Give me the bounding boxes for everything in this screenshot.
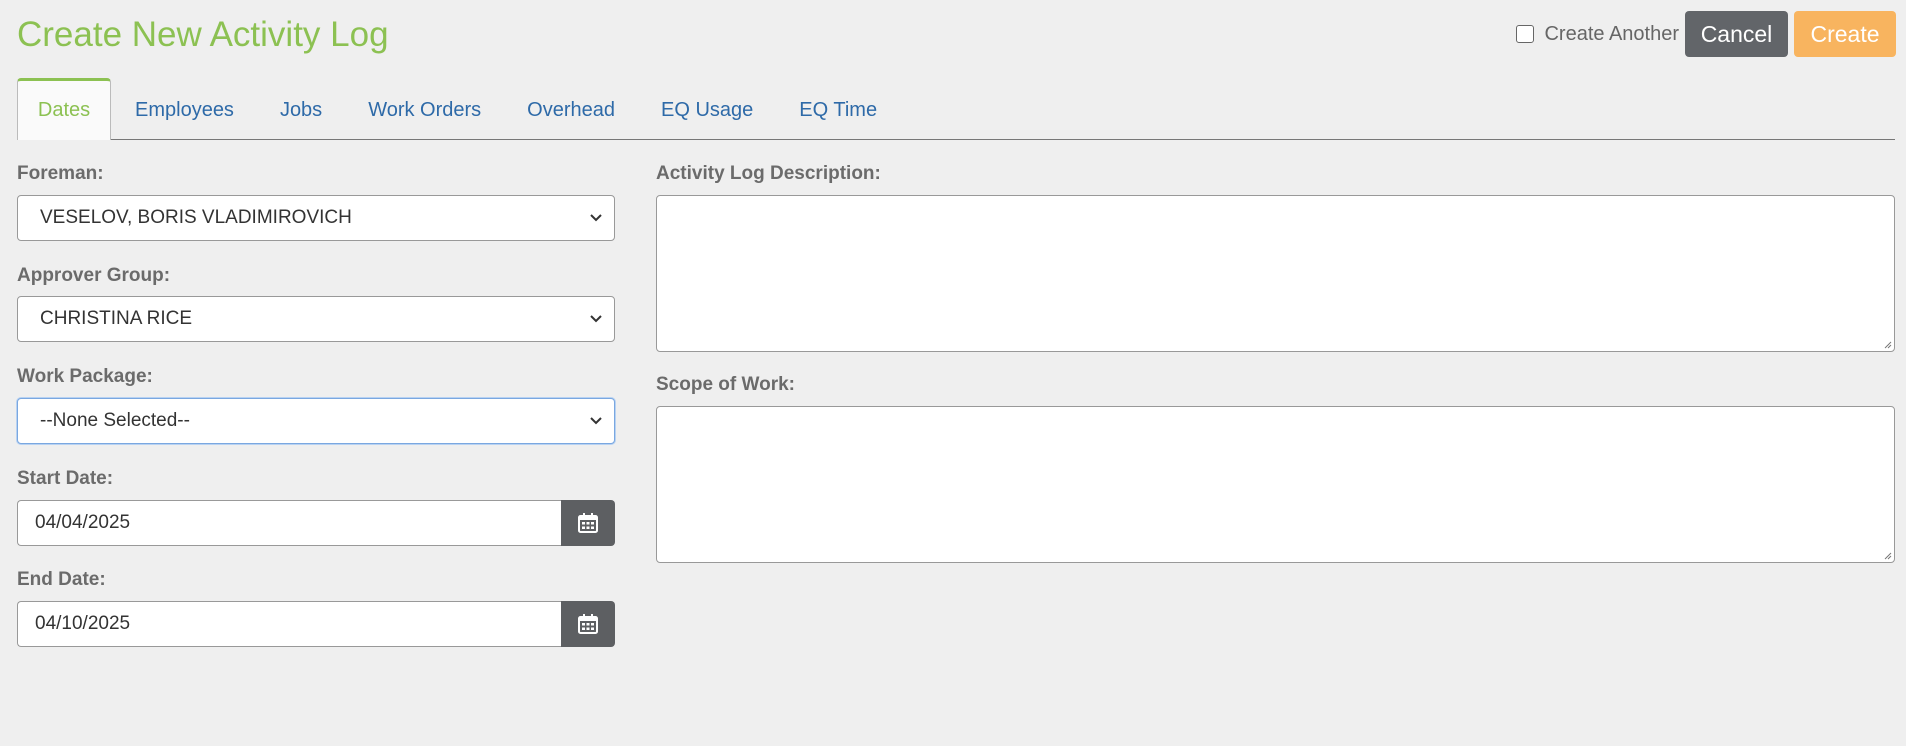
page-title: Create New Activity Log — [17, 15, 389, 54]
tab-dates[interactable]: Dates — [17, 78, 111, 140]
tab-employees[interactable]: Employees — [111, 78, 256, 139]
create-button[interactable]: Create — [1794, 11, 1896, 57]
chevron-down-icon — [590, 315, 602, 323]
create-another-toggle[interactable]: Create Another — [1516, 23, 1679, 46]
cancel-button[interactable]: Cancel — [1685, 11, 1788, 57]
chevron-down-icon — [590, 417, 602, 425]
tab-bar: Dates Employees Jobs Work Orders Overhea… — [17, 78, 1895, 140]
start-date-group: 04/04/2025 — [17, 500, 615, 546]
tab-jobs[interactable]: Jobs — [256, 78, 344, 139]
work-package-value: --None Selected-- — [40, 410, 190, 431]
start-date-label: Start Date: — [17, 468, 114, 489]
calendar-icon — [578, 513, 598, 533]
approver-group-label: Approver Group: — [17, 265, 171, 286]
end-date-input[interactable]: 04/10/2025 — [17, 601, 561, 647]
work-package-label: Work Package: — [17, 366, 153, 387]
calendar-icon — [578, 614, 598, 634]
tab-eq-time[interactable]: EQ Time — [775, 78, 899, 139]
tab-work-orders[interactable]: Work Orders — [344, 78, 503, 139]
create-another-checkbox[interactable] — [1516, 25, 1535, 43]
chevron-down-icon — [590, 214, 602, 222]
create-another-label[interactable]: Create Another — [1544, 23, 1679, 46]
resize-grip-icon[interactable] — [1882, 550, 1892, 560]
approver-group-value: CHRISTINA RICE — [40, 308, 193, 329]
start-date-calendar-button[interactable] — [561, 500, 615, 546]
end-date-calendar-button[interactable] — [561, 601, 615, 647]
description-textarea[interactable] — [656, 195, 1895, 352]
start-date-input[interactable]: 04/04/2025 — [17, 500, 561, 546]
approver-group-select[interactable]: CHRISTINA RICE — [17, 296, 615, 342]
foreman-select[interactable]: VESELOV, BORIS VLADIMIROVICH — [17, 195, 615, 241]
work-package-select[interactable]: --None Selected-- — [17, 398, 615, 444]
scope-of-work-textarea[interactable] — [656, 406, 1895, 563]
description-label: Activity Log Description: — [656, 163, 881, 184]
end-date-group: 04/10/2025 — [17, 601, 615, 647]
tab-overhead[interactable]: Overhead — [503, 78, 637, 139]
tab-eq-usage[interactable]: EQ Usage — [637, 78, 775, 139]
resize-grip-icon[interactable] — [1882, 339, 1892, 349]
end-date-label: End Date: — [17, 569, 106, 590]
foreman-label: Foreman: — [17, 163, 104, 184]
foreman-value: VESELOV, BORIS VLADIMIROVICH — [40, 207, 352, 228]
scope-of-work-label: Scope of Work: — [656, 374, 795, 395]
header-actions: Create Another Cancel Create — [1516, 11, 1896, 57]
